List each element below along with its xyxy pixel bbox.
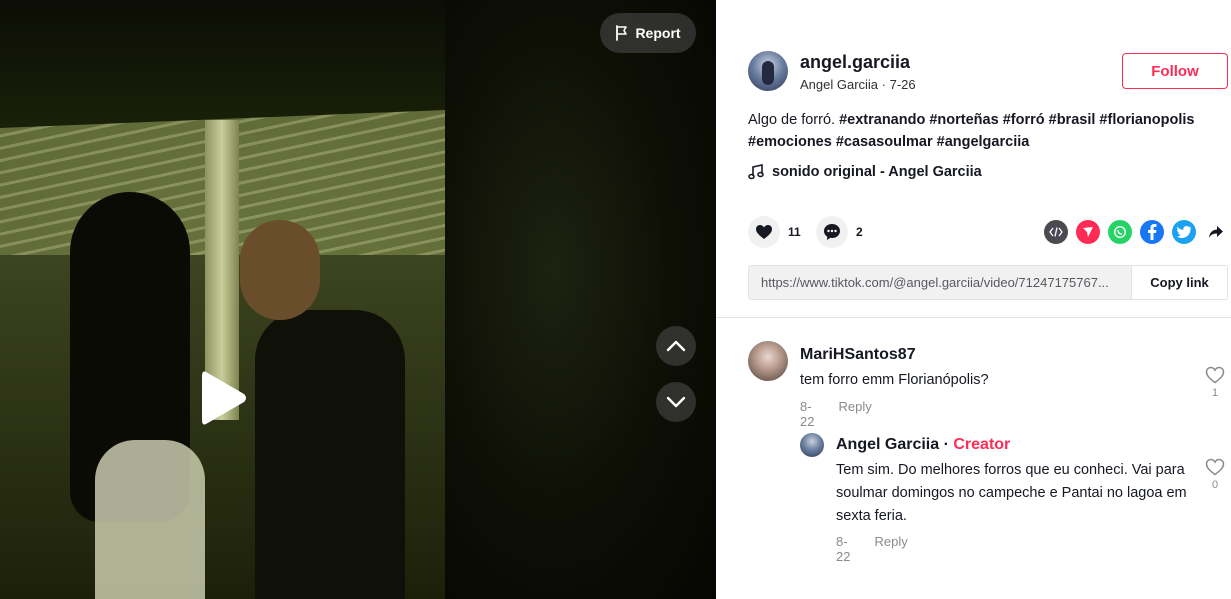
hashtag[interactable]: #brasil — [1049, 112, 1096, 128]
hashtag[interactable]: #angelgarciia — [937, 134, 1030, 150]
commenter-avatar[interactable] — [748, 341, 788, 381]
scene-person-man-body — [255, 310, 405, 599]
hashtag[interactable]: #extranando — [839, 112, 925, 128]
commenter-name[interactable]: MariHSantos87 — [800, 346, 916, 364]
report-label: Report — [635, 25, 681, 41]
author-avatar[interactable] — [748, 51, 788, 91]
video-player[interactable]: Report — [0, 0, 716, 599]
comment-date: 8-22 — [836, 534, 851, 564]
comment-date: 8-22 — [800, 399, 815, 429]
caption-text: Algo de forró. — [748, 112, 836, 128]
copy-link-box: https://www.tiktok.com/@angel.garciia/vi… — [748, 265, 1228, 300]
comment-count: 2 — [856, 225, 863, 239]
creator-badge: Creator — [953, 436, 1011, 453]
share-bar — [1044, 220, 1228, 244]
report-button[interactable]: Report — [600, 13, 696, 53]
comment-meta: 8-22 Reply — [800, 399, 872, 429]
embed-icon[interactable] — [1044, 220, 1068, 244]
scene-person-woman-body — [95, 440, 205, 599]
heart-icon — [756, 225, 772, 239]
comment-meta: 8-22 Reply — [836, 534, 908, 564]
video-info-panel: angel.garciia Angel Garciia · 7-26 Follo… — [716, 0, 1231, 599]
twitter-icon[interactable] — [1172, 220, 1196, 244]
chevron-down-icon — [666, 396, 686, 408]
share-arrow-icon[interactable] — [1204, 220, 1228, 244]
author-handle[interactable]: angel.garciia — [800, 52, 910, 73]
commenter-name[interactable]: Angel Garciia — [836, 436, 939, 453]
like-button[interactable]: 11 — [748, 216, 801, 248]
hashtag[interactable]: #norteñas — [929, 112, 998, 128]
play-icon[interactable] — [200, 368, 248, 428]
whatsapp-icon[interactable] — [1108, 220, 1132, 244]
name-separator: · — [939, 436, 954, 453]
follow-button[interactable]: Follow — [1122, 53, 1228, 89]
comment-like[interactable]: 1 — [1205, 366, 1225, 399]
divider — [716, 317, 1231, 318]
author-name-date: Angel Garciia · 7-26 — [800, 77, 916, 92]
like-button-circle[interactable] — [748, 216, 780, 248]
music-label: sonido original - Angel Garciia — [772, 164, 982, 180]
music-link[interactable]: sonido original - Angel Garciia — [748, 164, 982, 180]
hashtag[interactable]: #forró — [1003, 112, 1045, 128]
copy-link-button[interactable]: Copy link — [1131, 266, 1227, 299]
comment-icon — [824, 224, 840, 240]
music-note-icon — [748, 164, 764, 180]
heart-outline-icon[interactable] — [1205, 458, 1225, 476]
comment-text: tem forro emm Florianópolis? — [800, 372, 989, 388]
commenter-name-line: Angel Garciia · Creator — [836, 436, 1010, 454]
reply-button[interactable]: Reply — [874, 534, 907, 564]
like-count: 11 — [788, 225, 801, 239]
hashtag[interactable]: #emociones — [748, 134, 832, 150]
comment-like[interactable]: 0 — [1205, 458, 1225, 491]
comment-like-count: 0 — [1211, 479, 1219, 491]
scene-person-man-head — [240, 220, 320, 320]
comment-text: Tem sim. Do melhores forros que eu conhe… — [836, 462, 1187, 524]
send-icon[interactable] — [1076, 220, 1100, 244]
next-video-button[interactable] — [656, 382, 696, 422]
hashtag[interactable]: #casasoulmar — [836, 134, 933, 150]
video-caption: Algo de forró. #extranando #norteñas #fo… — [748, 109, 1218, 153]
video-blurred-background — [445, 0, 716, 599]
hashtag[interactable]: #florianopolis — [1099, 112, 1194, 128]
previous-video-button[interactable] — [656, 326, 696, 366]
comment-button[interactable]: 2 — [816, 216, 863, 248]
facebook-icon[interactable] — [1140, 220, 1164, 244]
heart-outline-icon[interactable] — [1205, 366, 1225, 384]
flag-icon — [616, 25, 628, 41]
chevron-up-icon — [666, 340, 686, 352]
video-url[interactable]: https://www.tiktok.com/@angel.garciia/vi… — [749, 266, 1131, 299]
video-frame[interactable] — [0, 0, 445, 599]
comment-button-circle[interactable] — [816, 216, 848, 248]
commenter-avatar[interactable] — [800, 433, 824, 457]
comment-like-count: 1 — [1211, 387, 1219, 399]
reply-button[interactable]: Reply — [838, 399, 871, 429]
